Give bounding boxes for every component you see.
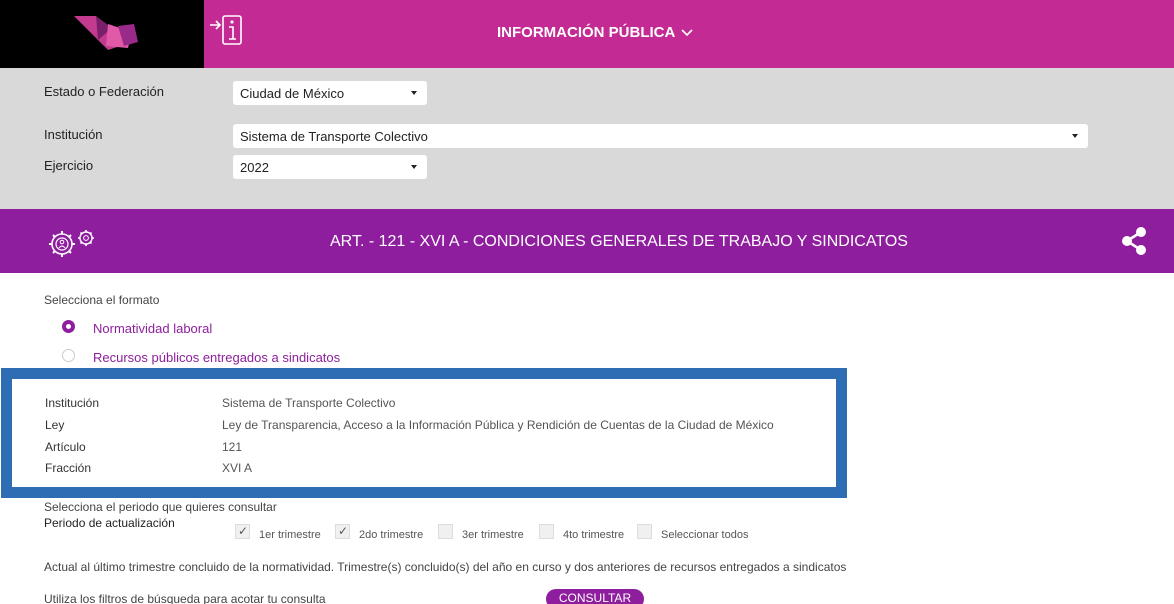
article-title: ART. - 121 - XVI A - CONDICIONES GENERAL…: [330, 233, 908, 250]
dropdown-caret-icon: [411, 91, 417, 95]
checkbox-1er-trimestre[interactable]: [235, 524, 250, 539]
checkbox-3er-trimestre[interactable]: [438, 524, 453, 539]
checkbox-2do-trimestre[interactable]: [335, 524, 350, 539]
format-label: Selecciona el formato: [44, 293, 160, 307]
ejercicio-label: Ejercicio: [44, 158, 94, 173]
radio-label-recursos[interactable]: Recursos públicos entregados a sindicato…: [93, 350, 340, 365]
estado-label: Estado o Federación: [44, 84, 164, 99]
institucion-label: Institución: [44, 127, 103, 142]
detail-value: 121: [222, 440, 243, 454]
radio-label-normatividad[interactable]: Normatividad laboral: [93, 321, 212, 336]
checkbox-label: 1er trimestre: [259, 529, 321, 541]
share-icon[interactable]: [1118, 225, 1150, 257]
checkbox-label: 2do trimestre: [359, 529, 424, 541]
top-header: INFORMACIÓN PÚBLICA: [0, 0, 1174, 68]
chevron-down-icon: [681, 28, 693, 36]
ejercicio-value: 2022: [240, 160, 269, 175]
detail-value: Ley de Transparencia, Acceso a la Inform…: [222, 418, 774, 432]
detail-key: Institución: [45, 396, 100, 410]
checkbox-seleccionar-todos[interactable]: [637, 524, 652, 539]
logo-graphic: [74, 16, 138, 50]
details-highlight-box: [1, 368, 847, 498]
dropdown-caret-icon: [411, 165, 417, 169]
gears-icon: [49, 230, 94, 257]
estado-value: Ciudad de México: [240, 86, 345, 101]
institucion-select[interactable]: Sistema de Transporte Colectivo: [233, 124, 1088, 148]
period-prompt: Selecciona el periodo que quieres consul…: [44, 500, 277, 514]
menu-title: INFORMACIÓN PÚBLICA: [497, 24, 676, 41]
dropdown-caret-icon: [1072, 134, 1078, 138]
detail-key: Artículo: [45, 440, 86, 454]
period-note: Actual al último trimestre concluido de …: [44, 560, 847, 574]
informacion-publica-menu[interactable]: INFORMACIÓN PÚBLICA: [497, 24, 693, 41]
detail-value: XVI A: [222, 461, 253, 475]
info-login-icon[interactable]: [207, 13, 247, 47]
period-label: Periodo de actualización: [44, 516, 175, 530]
site-logo[interactable]: [0, 0, 204, 68]
estado-select[interactable]: Ciudad de México: [233, 81, 427, 105]
consultar-button[interactable]: CONSULTAR: [546, 589, 644, 604]
checkbox-label: Seleccionar todos: [661, 529, 749, 541]
detail-value: Sistema de Transporte Colectivo: [222, 396, 396, 410]
detail-key: Fracción: [45, 461, 92, 475]
search-hint: Utiliza los filtros de búsqueda para aco…: [44, 592, 326, 604]
detail-key: Ley: [45, 418, 65, 432]
radio-recursos-publicos[interactable]: [62, 349, 75, 362]
checkbox-4to-trimestre[interactable]: [539, 524, 554, 539]
institucion-value: Sistema de Transporte Colectivo: [240, 129, 428, 144]
ejercicio-select[interactable]: 2022: [233, 155, 427, 179]
radio-normatividad-laboral[interactable]: [62, 320, 75, 333]
checkbox-label: 4to trimestre: [563, 529, 625, 541]
checkbox-label: 3er trimestre: [462, 529, 524, 541]
